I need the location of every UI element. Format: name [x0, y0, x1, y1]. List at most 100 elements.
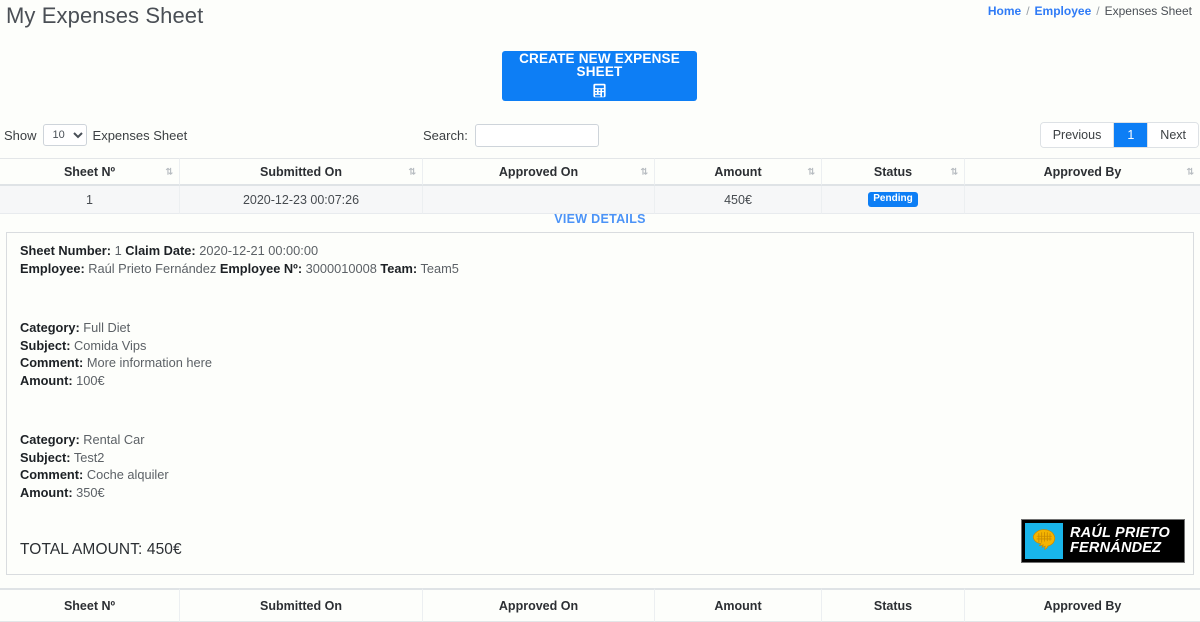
expense-item-block: Category: Full Diet Subject: Comida Vips…	[20, 319, 212, 389]
footer-column-sheet-no: Sheet Nº	[0, 588, 180, 622]
sheet-number-label: Sheet Number:	[20, 243, 111, 258]
expenses-table-footer: Sheet Nº Submitted On Approved On Amount…	[0, 588, 1200, 622]
column-label: Approved By	[1044, 165, 1122, 179]
pagination-previous[interactable]: Previous	[1041, 123, 1115, 147]
details-employee-line: Employee: Raúl Prieto Fernández Employee…	[20, 260, 459, 278]
signature-logo: RAÚL PRIETO FERNÁNDEZ	[1021, 519, 1185, 563]
category-value: Full Diet	[83, 320, 130, 335]
employee-no-label: Employee Nº:	[220, 261, 302, 276]
expense-details-panel: Sheet Number: 1 Claim Date: 2020-12-21 0…	[6, 232, 1194, 575]
search-control: Search:	[423, 124, 599, 147]
team-label: Team:	[380, 261, 417, 276]
pagination: Previous 1 Next	[1040, 122, 1199, 148]
employee-label: Employee:	[20, 261, 85, 276]
comment-value: Coche alquiler	[87, 467, 169, 482]
item-subject-line: Subject: Comida Vips	[20, 337, 212, 355]
details-header-block: Sheet Number: 1 Claim Date: 2020-12-21 0…	[20, 242, 459, 277]
expense-item-block: Category: Rental Car Subject: Test2 Comm…	[20, 431, 169, 501]
create-button-label: CREATE NEW EXPENSE SHEET	[502, 52, 697, 79]
cell-approved-by	[965, 186, 1200, 214]
table-footer-row: Sheet Nº Submitted On Approved On Amount…	[0, 588, 1200, 622]
search-input[interactable]	[475, 124, 599, 147]
search-label: Search:	[423, 128, 468, 143]
view-details-link[interactable]: VIEW DETAILS	[0, 212, 1200, 226]
amount-label: Amount:	[20, 373, 73, 388]
item-subject-line: Subject: Test2	[20, 449, 169, 467]
pagination-page-1[interactable]: 1	[1114, 123, 1148, 147]
employee-no-value: 3000010008	[306, 261, 377, 276]
subject-value: Comida Vips	[74, 338, 146, 353]
sort-icon[interactable]: ⇅	[1186, 166, 1193, 177]
comment-label: Comment:	[20, 467, 83, 482]
cell-status: Pending	[822, 186, 965, 214]
sort-icon[interactable]: ⇅	[408, 166, 415, 177]
claim-date-value: 2020-12-21 00:00:00	[199, 243, 318, 258]
column-header-approved-by[interactable]: Approved By ⇅	[965, 158, 1200, 186]
page-length-select[interactable]: 10 25 50 100	[43, 124, 87, 146]
column-header-amount[interactable]: Amount ⇅	[655, 158, 822, 186]
category-label: Category:	[20, 432, 80, 447]
claim-date-label: Claim Date:	[125, 243, 195, 258]
status-badge: Pending	[868, 192, 917, 207]
column-header-approved-on[interactable]: Approved On ⇅	[423, 158, 655, 186]
breadcrumb-current: Expenses Sheet	[1105, 4, 1192, 18]
table-row[interactable]: 1 2020-12-23 00:07:26 450€ Pending	[0, 186, 1200, 214]
signature-line-2: FERNÁNDEZ	[1070, 541, 1170, 557]
show-label: Show	[4, 128, 37, 143]
footer-column-amount: Amount	[655, 588, 822, 622]
subject-label: Subject:	[20, 450, 70, 465]
breadcrumb-link-employee[interactable]: Employee	[1035, 4, 1092, 18]
breadcrumb-separator: /	[1096, 4, 1099, 18]
item-category-line: Category: Full Diet	[20, 319, 212, 337]
brain-circuit-icon	[1025, 523, 1063, 559]
employee-value: Raúl Prieto Fernández	[88, 261, 216, 276]
pagination-next[interactable]: Next	[1148, 123, 1198, 147]
subject-value: Test2	[74, 450, 105, 465]
column-header-submitted-on[interactable]: Submitted On ⇅	[180, 158, 423, 186]
column-label: Status	[874, 165, 912, 179]
expenses-sheet-page: My Expenses Sheet Home / Employee / Expe…	[0, 0, 1200, 622]
column-header-status[interactable]: Status ⇅	[822, 158, 965, 186]
sort-icon[interactable]: ⇅	[950, 166, 957, 177]
column-header-sheet-no[interactable]: Sheet Nº ⇅	[0, 158, 180, 186]
category-label: Category:	[20, 320, 80, 335]
cell-amount: 450€	[655, 186, 822, 214]
column-label: Approved On	[499, 165, 578, 179]
details-sheet-line: Sheet Number: 1 Claim Date: 2020-12-21 0…	[20, 242, 459, 260]
signature-line-1: RAÚL PRIETO	[1070, 526, 1170, 542]
item-amount-line: Amount: 350€	[20, 484, 169, 502]
category-value: Rental Car	[83, 432, 144, 447]
footer-column-submitted-on: Submitted On	[180, 588, 423, 622]
footer-column-status: Status	[822, 588, 965, 622]
cell-approved-on	[423, 186, 655, 214]
calculator-icon	[592, 83, 607, 100]
cell-submitted-on: 2020-12-23 00:07:26	[180, 186, 423, 214]
amount-value: 100€	[76, 373, 104, 388]
sort-icon[interactable]: ⇅	[807, 166, 814, 177]
table-header-row: Sheet Nº ⇅ Submitted On ⇅ Approved On ⇅ …	[0, 158, 1200, 186]
show-entries-control: Show 10 25 50 100 Expenses Sheet	[4, 124, 187, 146]
cell-sheet-no: 1	[0, 186, 180, 214]
total-amount-label: TOTAL AMOUNT: 450€	[20, 541, 182, 559]
sheet-number-value: 1	[115, 243, 122, 258]
breadcrumb-separator: /	[1026, 4, 1029, 18]
amount-value: 350€	[76, 485, 104, 500]
item-category-line: Category: Rental Car	[20, 431, 169, 449]
team-value: Team5	[420, 261, 458, 276]
column-label: Submitted On	[260, 165, 342, 179]
sort-icon[interactable]: ⇅	[640, 166, 647, 177]
create-new-expense-sheet-button[interactable]: CREATE NEW EXPENSE SHEET	[502, 51, 697, 101]
column-label: Amount	[714, 165, 761, 179]
amount-label: Amount:	[20, 485, 73, 500]
page-title: My Expenses Sheet	[6, 3, 203, 29]
footer-column-approved-on: Approved On	[423, 588, 655, 622]
item-comment-line: Comment: Coche alquiler	[20, 466, 169, 484]
comment-label: Comment:	[20, 355, 83, 370]
subject-label: Subject:	[20, 338, 70, 353]
expenses-table: Sheet Nº ⇅ Submitted On ⇅ Approved On ⇅ …	[0, 158, 1200, 214]
sort-icon[interactable]: ⇅	[165, 166, 172, 177]
breadcrumb-link-home[interactable]: Home	[988, 4, 1021, 18]
column-label: Sheet Nº	[64, 165, 115, 179]
item-comment-line: Comment: More information here	[20, 354, 212, 372]
footer-column-approved-by: Approved By	[965, 588, 1200, 622]
